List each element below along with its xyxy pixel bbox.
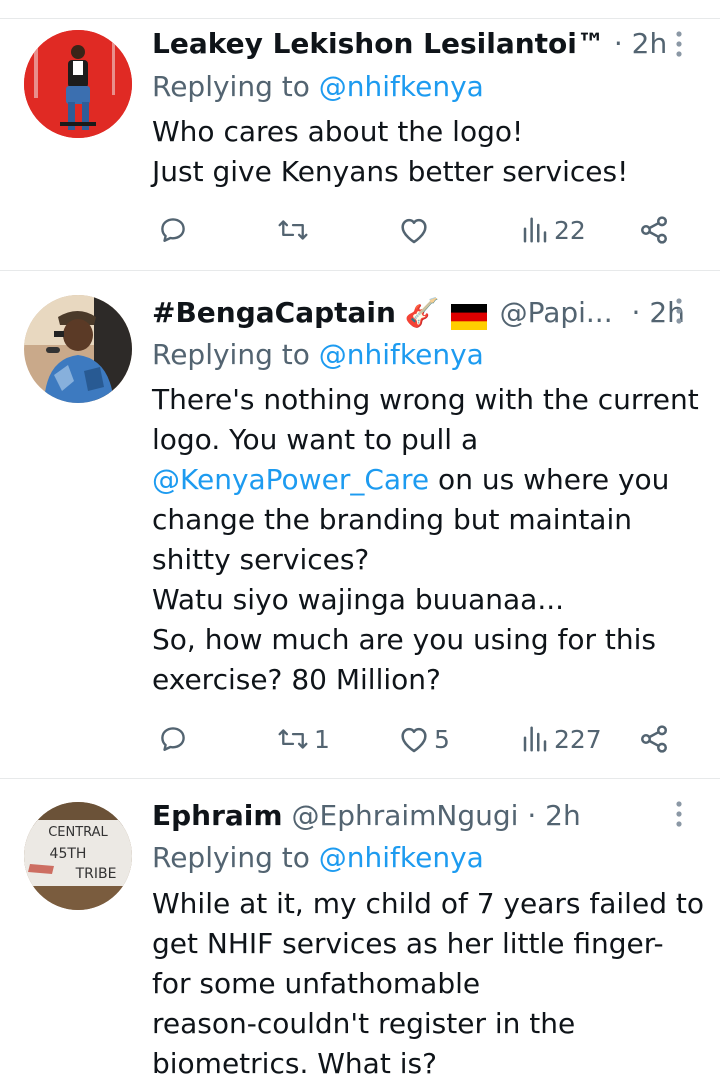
avatar-sign-text: TRIBE — [75, 866, 117, 882]
replying-to: Replying to @nhifkenya — [152, 67, 484, 107]
replying-to: Replying to @nhifkenya — [152, 335, 484, 375]
replying-to-label: Replying to — [152, 338, 319, 371]
timestamp[interactable]: 2h — [545, 799, 581, 832]
avatar[interactable] — [24, 30, 132, 138]
reply-icon — [158, 724, 188, 754]
tweet-text-line: change the branding but maintain — [152, 503, 632, 536]
tweet-text-line: for some unfathomable — [152, 967, 481, 1000]
view-count: 227 — [554, 724, 602, 754]
retweet-icon — [276, 215, 310, 245]
avatar-sign-text: CENTRAL — [48, 825, 108, 840]
tweet-header: Leakey Lekishon Lesilantoi™ · 2h — [152, 22, 667, 66]
tweet-divider — [0, 778, 720, 779]
retweet-icon — [276, 724, 310, 754]
tweet-text-line: Just give Kenyans better services! — [152, 155, 629, 188]
view-count: 22 — [554, 215, 586, 245]
views-button[interactable]: 227 — [520, 719, 602, 759]
avatar[interactable] — [24, 295, 132, 403]
tweet-text-line: So, how much are you using for this — [152, 623, 656, 656]
share-button[interactable] — [638, 210, 670, 250]
germany-flag-icon — [450, 299, 487, 330]
replying-to-label: Replying to — [152, 841, 319, 874]
retweet-button[interactable] — [276, 210, 310, 250]
views-icon — [520, 724, 550, 754]
separator-dot: · — [631, 296, 641, 329]
retweet-count: 1 — [314, 724, 330, 754]
display-name[interactable]: Leakey Lekishon Lesilantoi™ — [152, 27, 605, 60]
tweet-actions: 22 — [152, 210, 682, 250]
more-icon[interactable] — [664, 24, 694, 64]
tweet-text-line: There's nothing wrong with the current — [152, 383, 699, 416]
mention-link[interactable]: @KenyaPower_Care — [152, 463, 429, 496]
tweet-text-line: Watu siyo wajinga buuanaa... — [152, 583, 565, 616]
tweet-text: While at it, my child of 7 years failed … — [152, 884, 704, 1084]
tweet-text-line: While at it, my child of 7 years failed … — [152, 887, 704, 920]
handle[interactable]: @EphraimNgugi — [292, 799, 519, 832]
replying-to-mention[interactable]: @nhifkenya — [319, 841, 484, 874]
avatar-sign-text: 45TH — [50, 846, 87, 862]
replying-to-label: Replying to — [152, 70, 319, 103]
tweet-text-line: get NHIF services as her little finger- — [152, 927, 664, 960]
like-button[interactable] — [398, 210, 430, 250]
separator-dot: · — [527, 799, 537, 832]
replying-to-mention[interactable]: @nhifkenya — [319, 338, 484, 371]
timestamp[interactable]: 2h — [632, 27, 668, 60]
share-icon — [638, 214, 670, 246]
retweet-button[interactable]: 1 — [276, 719, 330, 759]
share-button[interactable] — [638, 719, 670, 759]
tweet-header: Ephraim @EphraimNgugi · 2h — [152, 794, 581, 838]
tweet-text-fragment: on us where you — [429, 463, 670, 496]
tweet-text-line: exercise? 80 Million? — [152, 663, 441, 696]
like-button[interactable]: 5 — [398, 719, 450, 759]
tweet-text-line: reason-couldn't register in the — [152, 1007, 576, 1040]
tweet-text-line: logo. You want to pull a — [152, 423, 479, 456]
share-icon — [638, 723, 670, 755]
reply-button[interactable] — [158, 719, 188, 759]
top-divider — [0, 18, 720, 19]
tweet-text-line: shitty services? — [152, 543, 370, 576]
replying-to: Replying to @nhifkenya — [152, 838, 484, 878]
more-icon[interactable] — [664, 794, 694, 834]
avatar[interactable]: CENTRAL 45TH TRIBE — [24, 802, 132, 910]
tweet-actions: 1 5 227 — [152, 719, 682, 759]
tweet-divider — [0, 270, 720, 271]
display-name[interactable]: Ephraim — [152, 799, 283, 832]
tweet-text: Who cares about the logo! Just give Keny… — [152, 112, 702, 192]
replying-to-mention[interactable]: @nhifkenya — [319, 70, 484, 103]
tweet-text: There's nothing wrong with the current l… — [152, 380, 702, 700]
tweet-text-line: Who cares about the logo! — [152, 115, 524, 148]
reply-button[interactable] — [158, 210, 188, 250]
views-icon — [520, 215, 550, 245]
like-icon — [398, 724, 430, 754]
views-button[interactable]: 22 — [520, 210, 586, 250]
tweet-header: #BengaCaptain 🎸 @Papi... · 2h — [152, 291, 685, 335]
like-icon — [398, 215, 430, 245]
tweet-text-line: biometrics. What is? — [152, 1047, 437, 1080]
guitar-emoji-icon: 🎸 — [404, 296, 440, 329]
reply-icon — [158, 215, 188, 245]
like-count: 5 — [434, 724, 450, 754]
more-icon[interactable] — [664, 291, 694, 331]
display-name[interactable]: #BengaCaptain — [152, 296, 396, 329]
tweet-text-line: @KenyaPower_Care on us where you — [152, 460, 702, 500]
separator-dot: · — [613, 27, 623, 60]
handle[interactable]: @Papi... — [500, 296, 613, 329]
